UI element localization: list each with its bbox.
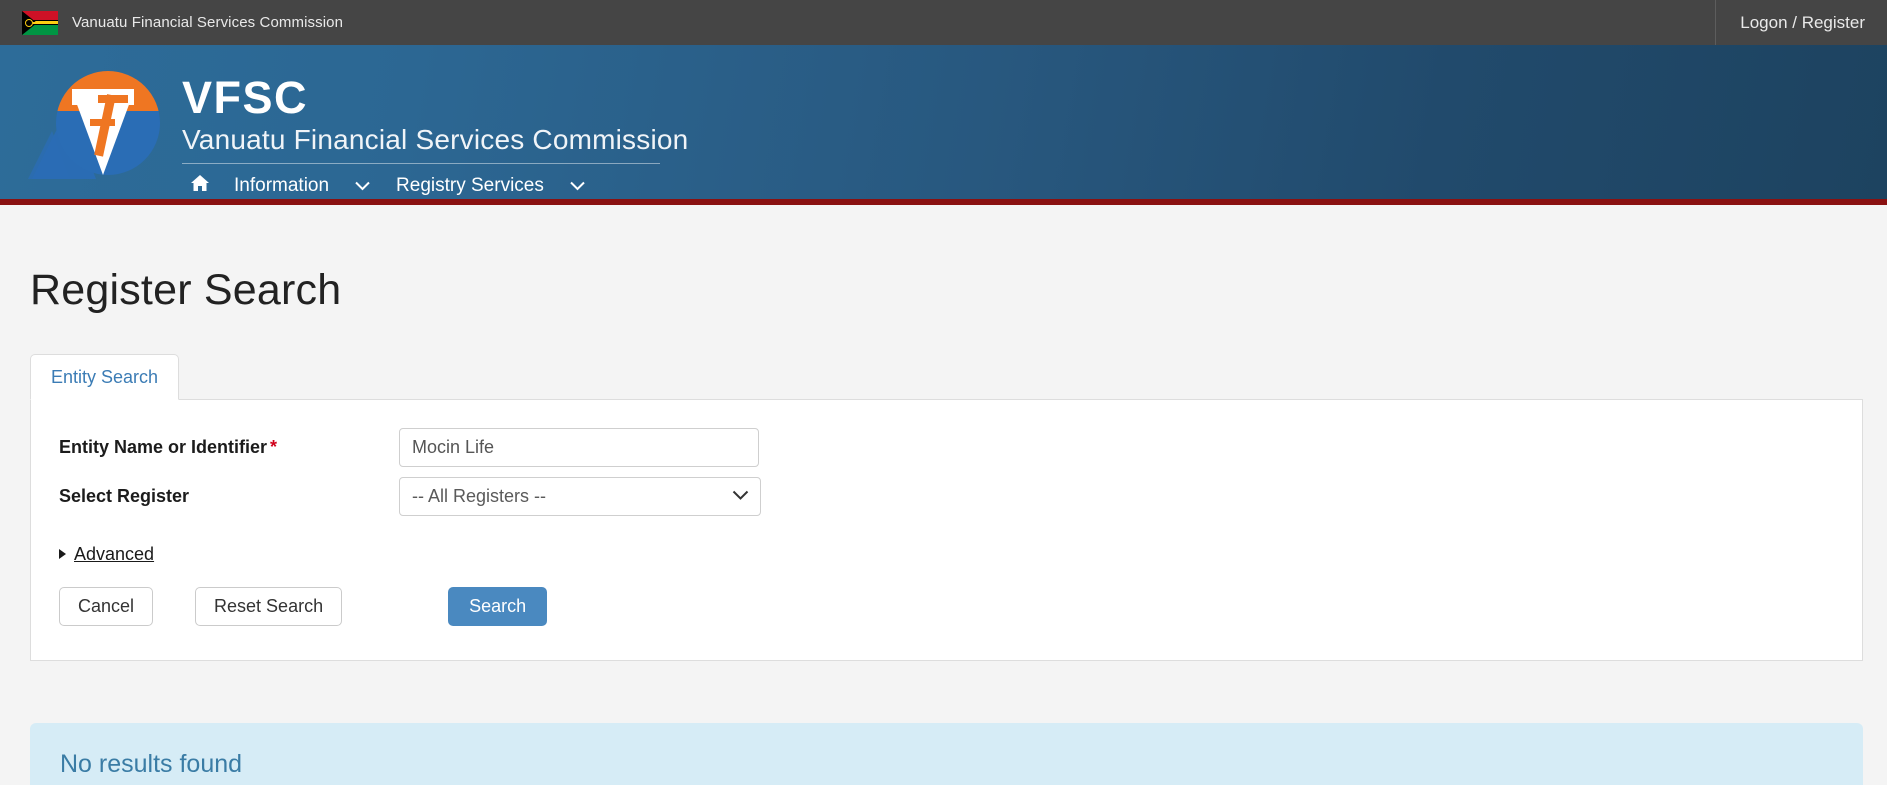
tab-bar: Entity Search <box>30 353 1887 400</box>
topbar-account-group: Logon / Register <box>1715 0 1887 45</box>
logon-register-link[interactable]: Logon / Register <box>1716 0 1887 45</box>
entity-name-row: Entity Name or Identifier * <box>31 427 1862 467</box>
cancel-button[interactable]: Cancel <box>59 586 154 626</box>
main-navigation: Information Registry Services <box>182 164 688 199</box>
nav-home-button[interactable] <box>182 169 220 199</box>
search-button[interactable]: Search <box>448 586 548 626</box>
select-register-row: Select Register -- All Registers -- <box>31 476 1862 516</box>
advanced-toggle[interactable]: Advanced <box>59 544 154 565</box>
vfsc-logo-icon[interactable] <box>28 65 162 187</box>
entity-name-input[interactable] <box>399 427 759 467</box>
brand-block: VFSC Vanuatu Financial Services Commissi… <box>0 45 1887 199</box>
select-register-label: Select Register <box>59 485 190 506</box>
nav-item-information[interactable]: Information <box>220 171 343 199</box>
brand-name: Vanuatu Financial Services Commission <box>182 124 689 155</box>
chevron-down-icon[interactable] <box>343 174 382 199</box>
top-utility-bar: Vanuatu Financial Services Commission Lo… <box>0 0 1887 45</box>
search-form-panel: Entity Name or Identifier* Select Regist… <box>30 398 1863 661</box>
triangle-right-icon <box>59 549 66 560</box>
select-register-dropdown[interactable]: -- All Registers -- <box>399 476 761 516</box>
site-header: VFSC Vanuatu Financial Services Commissi… <box>0 45 1887 205</box>
select-register-wrapper: -- All Registers -- <box>399 476 761 516</box>
chevron-down-icon[interactable] <box>558 174 597 199</box>
no-results-message: No results found <box>30 722 1863 785</box>
reset-search-button[interactable]: Reset Search <box>195 586 343 626</box>
brand-text-block: VFSC Vanuatu Financial Services Commissi… <box>162 59 689 199</box>
nav-item-registry-services[interactable]: Registry Services <box>382 171 558 199</box>
page-title: Register Search <box>30 265 342 314</box>
advanced-toggle-label: Advanced <box>74 543 155 564</box>
home-icon <box>190 173 210 199</box>
topbar-brand-group: Vanuatu Financial Services Commission <box>0 10 344 35</box>
advanced-row: Advanced <box>31 526 1862 569</box>
entity-name-label-text: Entity Name or Identifier <box>59 436 268 457</box>
brand-acronym: VFSC <box>182 72 309 123</box>
tab-entity-search[interactable]: Entity Search <box>30 353 180 400</box>
form-action-buttons: Cancel Reset Search Search <box>31 569 1862 626</box>
page-content: Register Search Entity Search Entity Nam… <box>0 233 1887 785</box>
required-marker: * <box>270 436 278 457</box>
site-name: Vanuatu Financial Services Commission <box>72 14 344 31</box>
entity-name-label: Entity Name or Identifier * <box>59 437 399 458</box>
vanuatu-flag-icon <box>22 10 58 35</box>
